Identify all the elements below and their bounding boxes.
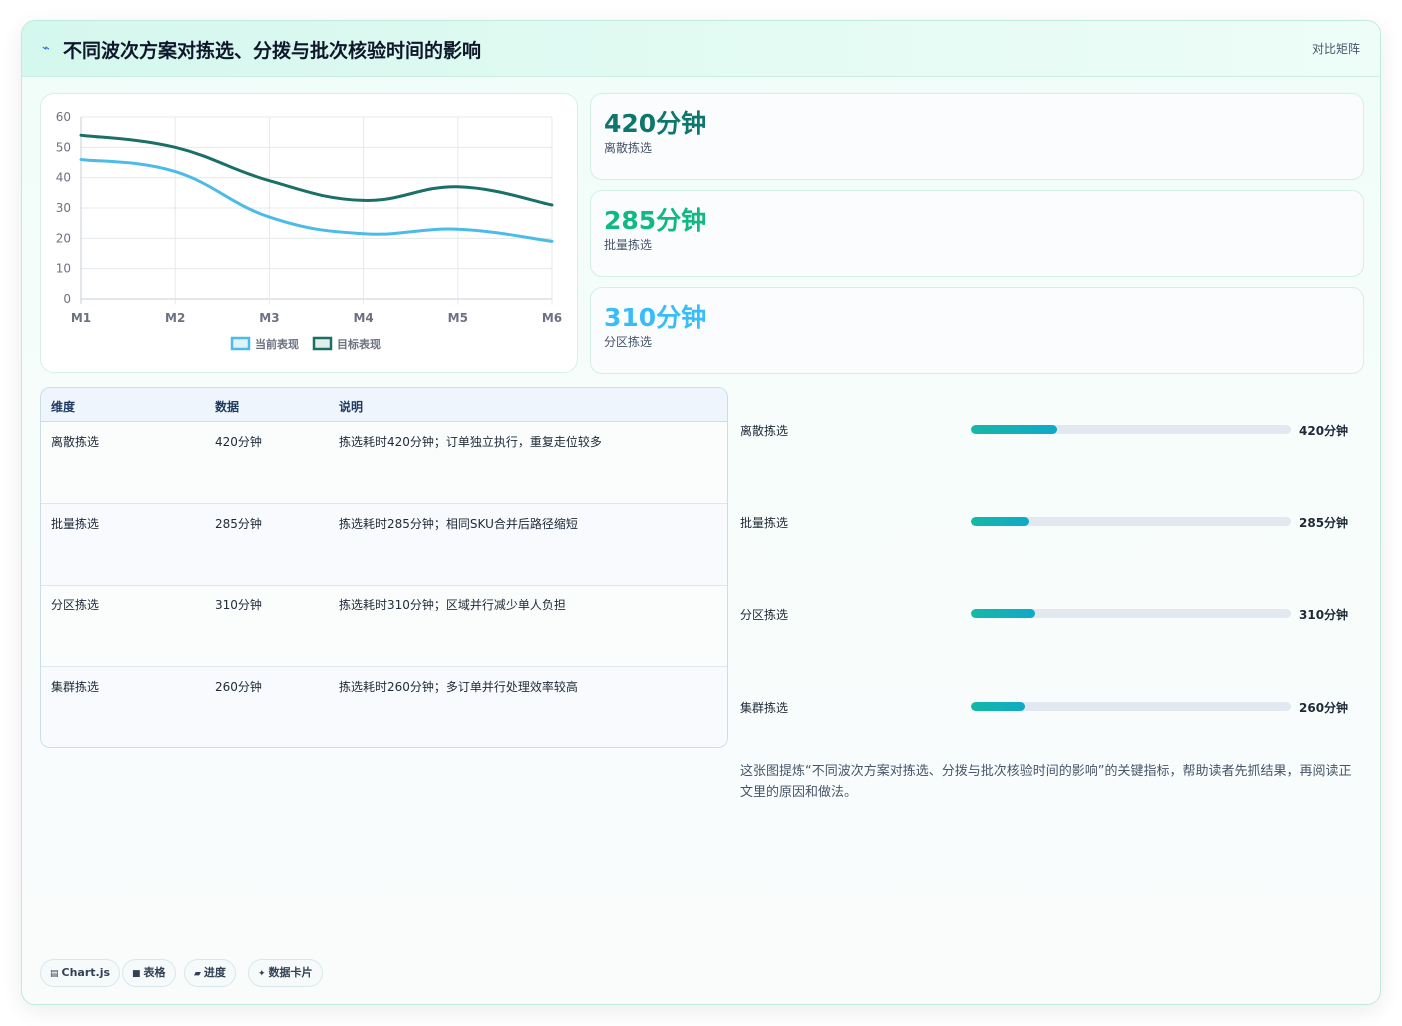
progress-track: [971, 517, 1291, 526]
table-cell: 拣选耗时310分钟；区域并行减少单人负担: [339, 598, 566, 612]
table-cell: 285分钟: [215, 517, 262, 531]
progress-row: 集群拣选 260分钟: [740, 697, 1364, 717]
progress-row: 分区拣选 310分钟: [740, 604, 1364, 624]
legend-label: 目标表现: [337, 337, 381, 351]
table-cell: 310分钟: [215, 598, 262, 612]
y-tick-label: 60: [56, 110, 71, 124]
main-card: ⌁ 不同波次方案对拣选、分拨与批次核验时间的影响 对比矩阵 0 10 20 30 40 5…: [21, 20, 1381, 1005]
chip-progress[interactable]: ▰ 进度: [184, 959, 236, 987]
x-tick-label: M5: [448, 311, 468, 325]
chip-label: Chart.js: [61, 966, 111, 979]
line-chart: 0 10 20 30 40 50 60 M1 M2 M3 M4 M5 M6 当前表现 目标表现: [56, 110, 562, 351]
progress-row: 批量拣选 285分钟: [740, 512, 1364, 532]
x-tick-label: M4: [353, 311, 373, 325]
table-cell: 批量拣选: [51, 517, 100, 531]
progress-icon: ▰: [194, 969, 201, 979]
x-tick-label: M6: [542, 311, 562, 325]
progress-track: [971, 425, 1291, 434]
y-tick-label: 40: [56, 171, 71, 185]
data-table: 维度 数据 说明 离散拣选 420分钟 拣选耗时420分钟；订单独立执行，重复走…: [40, 387, 728, 748]
progress-label: 集群拣选: [740, 701, 789, 715]
y-tick-label: 0: [63, 292, 71, 306]
stat-value: 420分钟: [604, 109, 707, 138]
series-line: [79, 133, 554, 207]
header: ⌁ 不同波次方案对拣选、分拨与批次核验时间的影响 对比矩阵: [22, 21, 1380, 77]
table-cell: 拣选耗时285分钟；相同SKU合并后路径缩短: [339, 517, 578, 531]
x-tick-label: M3: [259, 311, 279, 325]
stat-card-1: 420分钟 离散拣选: [590, 93, 1364, 180]
table-cell: 260分钟: [215, 680, 262, 694]
legend-swatch: [312, 336, 333, 351]
table-cell: 分区拣选: [51, 598, 100, 612]
progress-fill: [971, 609, 1035, 618]
x-tick-label: M2: [165, 311, 185, 325]
progress-value: 420分钟: [1299, 424, 1349, 438]
series-line: [79, 157, 554, 243]
table-cell: 拣选耗时420分钟；订单独立执行，重复走位较多: [339, 435, 602, 449]
table-row: 批量拣选 285分钟 拣选耗时285分钟；相同SKU合并后路径缩短: [41, 504, 727, 586]
legend-label: 当前表现: [255, 337, 299, 351]
chip-label: 进度: [203, 966, 226, 979]
table-row: 集群拣选 260分钟 拣选耗时260分钟；多订单并行处理效率较高: [41, 667, 727, 747]
chip-table[interactable]: ■ 表格: [122, 959, 176, 987]
column-header: 维度: [51, 400, 76, 414]
table-cell: 离散拣选: [51, 435, 100, 449]
y-tick-label: 30: [56, 201, 71, 215]
line-chart-panel: 0 10 20 30 40 50 60 M1 M2 M3 M4 M5 M6 当前表现 目标表现: [40, 93, 578, 373]
table-header: 维度 数据 说明: [41, 388, 727, 422]
stat-value: 285分钟: [604, 206, 707, 235]
x-tick-label: M1: [71, 311, 91, 325]
stat-card-2: 285分钟 批量拣选: [590, 190, 1364, 277]
progress-label: 批量拣选: [740, 516, 789, 530]
column-header: 说明: [339, 400, 364, 414]
table-row: 分区拣选 310分钟 拣选耗时310分钟；区域并行减少单人负担: [41, 585, 727, 667]
progress-value: 260分钟: [1299, 701, 1349, 715]
pulse-icon: ⌁: [42, 41, 50, 56]
table-cell: 420分钟: [215, 435, 262, 449]
progress-row: 离散拣选 420分钟: [740, 420, 1364, 440]
table-cell: 集群拣选: [51, 680, 100, 694]
chip-chartjs[interactable]: ▤ Chart.js: [40, 959, 121, 987]
stat-label: 分区拣选: [604, 335, 653, 349]
progress-track: [971, 702, 1291, 711]
progress-label: 分区拣选: [740, 608, 789, 622]
progress-value: 310分钟: [1299, 608, 1349, 622]
table-icon: ■: [132, 969, 141, 979]
view-tag: 对比矩阵: [1311, 42, 1360, 56]
legend-swatch: [230, 336, 251, 351]
progress-fill: [971, 702, 1026, 711]
column-header: 数据: [215, 400, 240, 414]
stat-label: 离散拣选: [604, 141, 653, 155]
stat-value: 310分钟: [604, 303, 707, 332]
progress-label: 离散拣选: [740, 424, 789, 438]
chip-label: 表格: [143, 966, 166, 979]
chip-label: 数据卡片: [268, 966, 313, 979]
chip-data-card[interactable]: ✦ 数据卡片: [248, 959, 323, 987]
stat-card-3: 310分钟 分区拣选: [590, 287, 1364, 374]
stat-label: 批量拣选: [604, 238, 653, 252]
summary-text: 这张图提炼“不同波次方案对拣选、分拨与批次核验时间的影响”的关键指标，帮助读者先…: [740, 764, 1352, 800]
progress-fill: [971, 425, 1058, 434]
y-tick-label: 50: [56, 140, 71, 154]
page-title: 不同波次方案对拣选、分拨与批次核验时间的影响: [63, 40, 482, 62]
y-tick-label: 20: [56, 231, 71, 245]
progress-fill: [971, 517, 1029, 526]
y-tick-label: 10: [56, 262, 71, 276]
sparkle-icon: ✦: [258, 969, 266, 979]
progress-value: 285分钟: [1299, 516, 1349, 530]
table-row: 离散拣选 420分钟 拣选耗时420分钟；订单独立执行，重复走位较多: [41, 422, 727, 504]
progress-track: [971, 609, 1291, 618]
chart-icon: ▤: [50, 969, 59, 979]
table-cell: 拣选耗时260分钟；多订单并行处理效率较高: [339, 680, 578, 694]
